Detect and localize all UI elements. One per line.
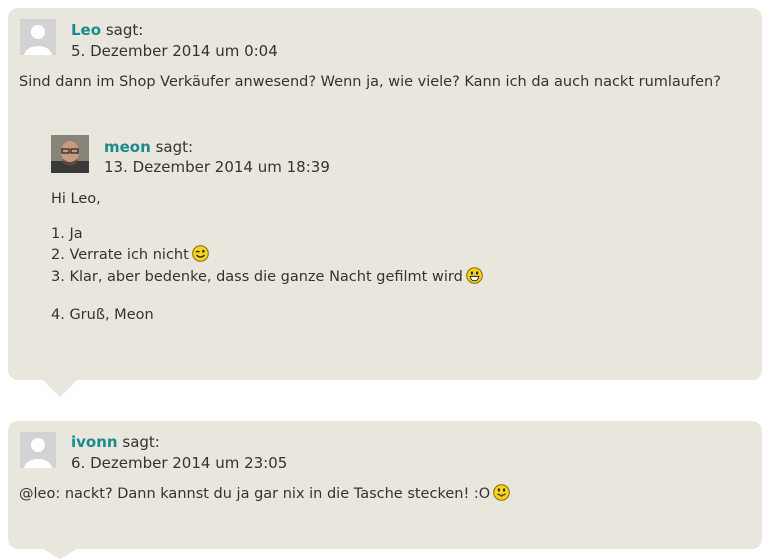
says-label: sagt: (105, 21, 144, 39)
comment-date-link[interactable]: 5. Dezember 2014 um 0:04 (71, 41, 278, 61)
tongue-smiley-icon (493, 484, 510, 507)
reply-date-link[interactable]: 13. Dezember 2014 um 18:39 (104, 157, 330, 177)
wink-smiley-icon (191, 245, 209, 268)
comment-meta: Leo sagt: (71, 20, 143, 40)
list-item: 2. Verrate ich nicht (51, 245, 209, 268)
meon-avatar (51, 135, 89, 173)
list-item: 1. Ja (51, 226, 83, 242)
comment-pointer (43, 549, 77, 559)
reply-author-link[interactable]: meon (104, 138, 151, 156)
reply-meta: meon sagt: (104, 137, 193, 157)
comment-text: Sind dann im Shop Verkäufer anwesend? We… (19, 74, 721, 90)
comment-leo: Leo sagt: 5. Dezember 2014 um 0:04 Sind … (8, 8, 762, 380)
grin-smiley-icon (465, 267, 483, 290)
comment-author-link[interactable]: Leo (71, 21, 101, 39)
says-label: sagt: (155, 138, 194, 156)
list-item: 4. Gruß, Meon (51, 307, 154, 323)
list-item: 3. Klar, aber bedenke, dass die ganze Na… (51, 267, 483, 290)
default-avatar-icon (20, 432, 56, 468)
comment-author-link[interactable]: ivonn (71, 433, 118, 451)
comment-meta: ivonn sagt: (71, 432, 160, 452)
comment-text: @leo: nackt? Dann kannst du ja gar nix i… (19, 484, 510, 507)
default-avatar-icon (20, 19, 56, 55)
reply-greeting: Hi Leo, (51, 191, 101, 207)
comment-date-link[interactable]: 6. Dezember 2014 um 23:05 (71, 453, 287, 473)
comment-pointer (43, 380, 77, 397)
says-label: sagt: (122, 433, 160, 451)
comment-ivonn: ivonn sagt: 6. Dezember 2014 um 23:05 @l… (8, 421, 762, 549)
